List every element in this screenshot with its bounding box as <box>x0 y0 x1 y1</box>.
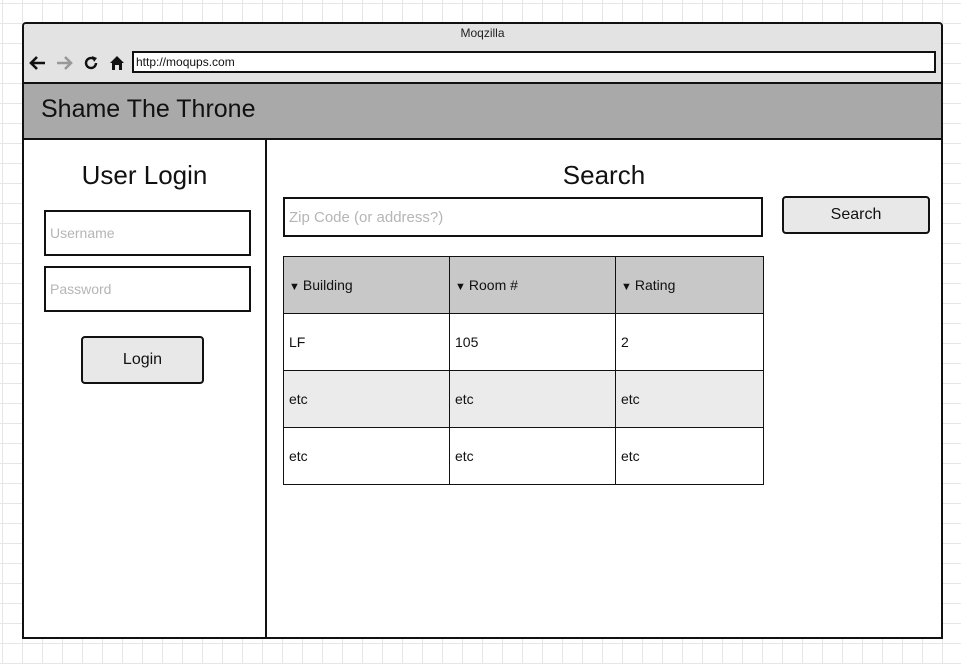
table-row[interactable]: etc etc etc <box>283 370 764 428</box>
results-table: ▼ Building ▼ Room # ▼ Rating LF 105 2 etc e… <box>283 256 764 485</box>
table-cell: etc <box>283 370 450 428</box>
username-input[interactable] <box>44 210 251 256</box>
table-cell: LF <box>283 313 450 371</box>
browser-window: Moqzilla http://moqups.com Shame The Thr… <box>22 22 943 639</box>
sort-down-icon: ▼ <box>621 281 632 293</box>
page-title: Shame The Throne <box>41 95 256 123</box>
login-button[interactable]: Login <box>81 336 204 384</box>
url-bar[interactable]: http://moqups.com <box>132 51 936 73</box>
table-cell: etc <box>615 427 764 485</box>
table-cell: etc <box>283 427 450 485</box>
app-header: Shame The Throne <box>24 82 941 140</box>
table-row[interactable]: LF 105 2 <box>283 313 764 371</box>
column-header-label: Room # <box>468 277 518 293</box>
column-header-rating[interactable]: ▼ Rating <box>615 256 764 314</box>
search-title: Search <box>562 160 646 190</box>
arrow-right-icon <box>57 56 73 70</box>
search-panel: Search Search ▼Building ▼Room # ▼Rating … <box>267 140 941 637</box>
arrow-left-icon <box>29 56 45 70</box>
sort-down-icon: ▼ <box>289 281 300 293</box>
password-input[interactable] <box>44 266 251 312</box>
table-cell: 2 <box>615 313 764 371</box>
table-cell: etc <box>449 427 616 485</box>
table-cell: 105 <box>449 313 616 371</box>
back-button[interactable] <box>27 52 49 74</box>
forward-button[interactable] <box>53 52 75 74</box>
reload-icon <box>84 56 98 70</box>
table-header-row: ▼ Building ▼ Room # ▼ Rating <box>283 256 764 314</box>
reload-button[interactable] <box>80 52 102 74</box>
search-input[interactable] <box>283 197 763 237</box>
table-row[interactable]: etc etc etc <box>283 427 764 485</box>
search-button[interactable]: Search <box>782 196 930 234</box>
home-icon <box>110 56 124 70</box>
column-header-building[interactable]: ▼ Building <box>283 256 450 314</box>
column-header-label: Rating <box>634 277 676 293</box>
window-title: Moqzilla <box>460 26 505 40</box>
login-sidebar: User Login Login <box>24 140 267 637</box>
table-cell: etc <box>449 370 616 428</box>
browser-chrome: Moqzilla http://moqups.com <box>24 24 941 82</box>
sort-down-icon: ▼ <box>455 281 466 293</box>
home-button[interactable] <box>106 52 128 74</box>
login-title: User Login <box>81 160 208 190</box>
table-cell: etc <box>615 370 764 428</box>
column-header-room[interactable]: ▼ Room # <box>449 256 616 314</box>
column-header-label: Building <box>302 277 353 293</box>
